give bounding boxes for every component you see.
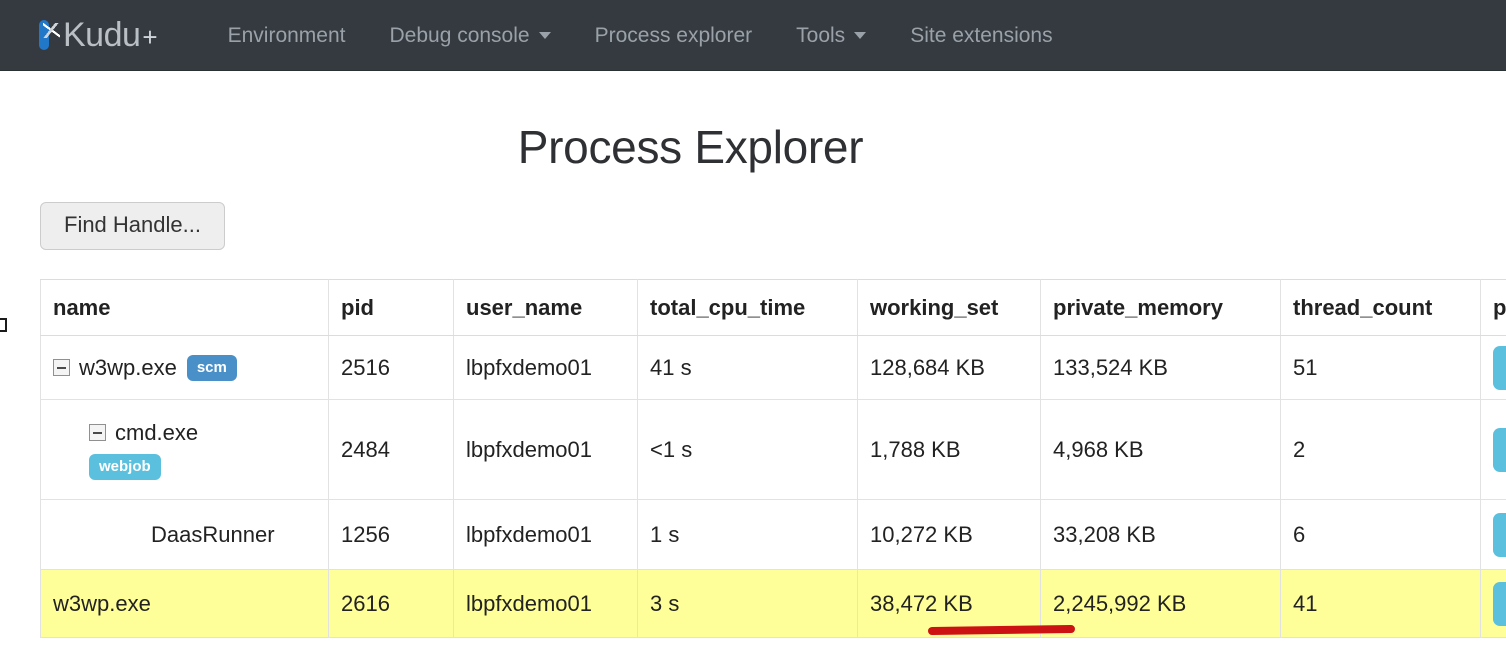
column-header-private-memory[interactable]: private_memory	[1040, 279, 1281, 336]
toolbar: Find Handle...	[0, 170, 1506, 250]
cell-properties: Properties..	[1480, 499, 1506, 570]
cell-name: cmd.exe webjob	[40, 399, 329, 500]
chevron-down-icon	[854, 31, 867, 39]
process-name-label: w3wp.exe	[79, 355, 177, 381]
cell-thread-count: 41	[1280, 569, 1481, 638]
edge-artifact	[0, 318, 7, 332]
cell-working-set: 1,788 KB	[857, 399, 1041, 500]
properties-button[interactable]: Properties..	[1493, 512, 1506, 557]
properties-button[interactable]: Properties..	[1493, 581, 1506, 626]
cell-private-memory: 33,208 KB	[1040, 499, 1281, 570]
badge-webjob: webjob	[89, 454, 161, 481]
cell-pid: 2616	[328, 569, 454, 638]
cell-properties: Properties..	[1480, 335, 1506, 400]
cell-name: w3wp.exe scm	[40, 335, 329, 400]
table-row[interactable]: DaasRunner 1256 lbpfxdemo01 1 s 10,272 K…	[40, 499, 1506, 570]
column-header-working-set[interactable]: working_set	[857, 279, 1041, 336]
cell-properties: Properties..	[1480, 399, 1506, 500]
table-row[interactable]: cmd.exe webjob 2484 lbpfxdemo01 <1 s 1,7…	[40, 399, 1506, 500]
find-handle-button[interactable]: Find Handle...	[40, 202, 225, 250]
kudu-logo-icon	[36, 18, 62, 52]
nav-item-process-explorer-label: Process explorer	[594, 23, 753, 47]
navbar-links: Environment Debug console Process explor…	[206, 25, 1075, 46]
collapse-minus-icon[interactable]	[89, 423, 106, 441]
badge-scm: scm	[186, 355, 237, 382]
nav-item-process-explorer[interactable]: Process explorer	[573, 25, 775, 46]
cell-name: DaasRunner	[40, 499, 329, 570]
page-title: Process Explorer	[517, 121, 864, 173]
nav-item-debug-console[interactable]: Debug console	[367, 25, 572, 46]
cell-total-cpu-time: 41 s	[637, 335, 858, 400]
process-table: name pid user_name total_cpu_time workin…	[40, 279, 1506, 638]
table-row[interactable]: w3wp.exe scm 2516 lbpfxdemo01 41 s 128,68…	[40, 335, 1506, 400]
process-name-label: cmd.exe	[115, 420, 199, 446]
cell-total-cpu-time: 3 s	[637, 569, 858, 638]
cell-name: w3wp.exe	[40, 569, 329, 638]
properties-button[interactable]: Properties..	[1493, 427, 1506, 472]
cell-thread-count: 6	[1280, 499, 1481, 570]
cell-pid: 2516	[328, 335, 454, 400]
cell-thread-count: 2	[1280, 399, 1481, 500]
brand-kudu-link[interactable]: Kudu +	[36, 18, 158, 52]
table-row-selected[interactable]: w3wp.exe 2616 lbpfxdemo01 3 s 38,472 KB …	[40, 569, 1506, 638]
nav-item-environment[interactable]: Environment	[206, 25, 368, 46]
cell-private-memory: 2,245,992 KB	[1040, 569, 1281, 638]
cell-user-name: lbpfxdemo01	[453, 569, 638, 638]
process-table-container: name pid user_name total_cpu_time workin…	[0, 279, 1506, 638]
cell-user-name: lbpfxdemo01	[453, 499, 638, 570]
brand-plus-label: +	[142, 22, 158, 52]
nav-item-environment-label: Environment	[227, 23, 346, 47]
cell-pid: 2484	[328, 399, 454, 500]
process-name-label: w3wp.exe	[53, 591, 151, 617]
table-header: name pid user_name total_cpu_time workin…	[40, 279, 1506, 336]
cell-user-name: lbpfxdemo01	[453, 335, 638, 400]
column-header-thread-count[interactable]: thread_count	[1280, 279, 1481, 336]
chevron-down-icon	[538, 31, 551, 39]
cell-total-cpu-time: <1 s	[637, 399, 858, 500]
column-header-total-cpu-time[interactable]: total_cpu_time	[637, 279, 858, 336]
column-header-properties[interactable]: properties	[1480, 279, 1506, 336]
nav-item-site-extensions-label: Site extensions	[910, 23, 1053, 47]
brand-label: Kudu	[63, 16, 141, 54]
process-name-label: DaasRunner	[151, 522, 275, 548]
cell-user-name: lbpfxdemo01	[453, 399, 638, 500]
cell-properties: Properties..	[1480, 569, 1506, 638]
column-header-pid[interactable]: pid	[328, 279, 454, 336]
properties-button[interactable]: Properties..	[1493, 345, 1506, 390]
nav-item-site-extensions[interactable]: Site extensions	[888, 25, 1074, 46]
cell-total-cpu-time: 1 s	[637, 499, 858, 570]
cell-working-set: 128,684 KB	[857, 335, 1041, 400]
column-header-user-name[interactable]: user_name	[453, 279, 638, 336]
cell-private-memory: 133,524 KB	[1040, 335, 1281, 400]
nav-item-debug-console-label: Debug console	[389, 23, 530, 47]
table-header-row: name pid user_name total_cpu_time workin…	[40, 279, 1506, 336]
column-header-name[interactable]: name	[40, 279, 329, 336]
cell-working-set: 10,272 KB	[857, 499, 1041, 570]
collapse-minus-icon[interactable]	[53, 358, 70, 376]
cell-private-memory: 4,968 KB	[1040, 399, 1281, 500]
top-navbar: Kudu + Environment Debug console Process…	[0, 0, 1506, 71]
cell-pid: 1256	[328, 499, 454, 570]
nav-item-tools[interactable]: Tools	[774, 25, 888, 46]
nav-item-tools-label: Tools	[796, 23, 846, 47]
cell-thread-count: 51	[1280, 335, 1481, 400]
table-body: w3wp.exe scm 2516 lbpfxdemo01 41 s 128,68…	[40, 335, 1506, 638]
